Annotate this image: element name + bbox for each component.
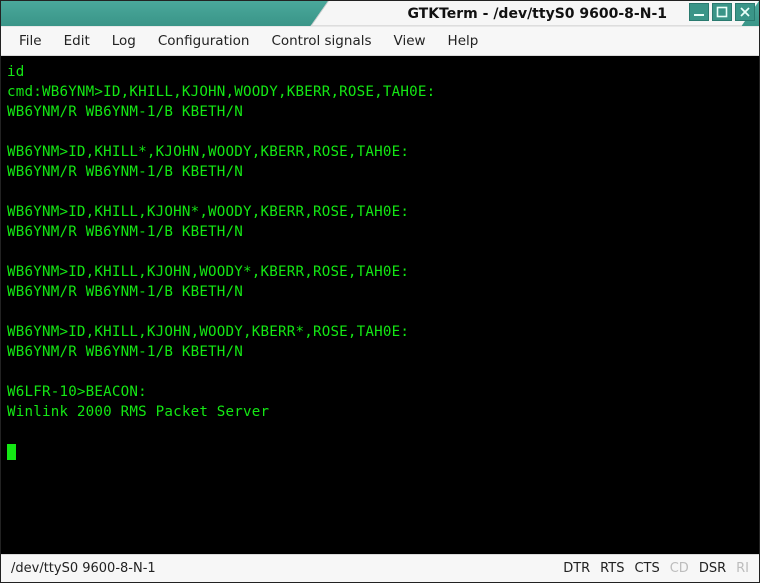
- status-signals: DTR RTS CTS CD DSR RI: [563, 561, 749, 576]
- menu-file[interactable]: File: [9, 29, 52, 53]
- maximize-button[interactable]: [712, 3, 732, 21]
- status-port: /dev/ttyS0 9600-8-N-1: [11, 561, 563, 576]
- signal-dtr: DTR: [563, 561, 590, 576]
- window-title: GTKTerm - /dev/ttyS0 9600-8-N-1: [397, 1, 677, 26]
- signal-ri: RI: [736, 561, 749, 576]
- menu-control-signals[interactable]: Control signals: [261, 29, 381, 53]
- statusbar: /dev/ttyS0 9600-8-N-1 DTR RTS CTS CD DSR RI: [1, 554, 759, 582]
- signal-rts: RTS: [600, 561, 624, 576]
- close-icon: [739, 6, 751, 18]
- window-controls: [689, 3, 755, 21]
- terminal-cursor: [7, 444, 16, 460]
- maximize-icon: [716, 6, 728, 18]
- terminal-output[interactable]: id cmd:WB6YNM>ID,KHILL,KJOHN,WOODY,KBERR…: [1, 56, 759, 554]
- menu-view[interactable]: View: [384, 29, 436, 53]
- app-window: GTKTerm - /dev/ttyS0 9600-8-N-1 FileEdit…: [0, 0, 760, 583]
- signal-cts: CTS: [634, 561, 659, 576]
- titlebar[interactable]: GTKTerm - /dev/ttyS0 9600-8-N-1: [1, 1, 759, 26]
- minimize-icon: [693, 6, 705, 18]
- menu-log[interactable]: Log: [102, 29, 146, 53]
- menubar: FileEditLogConfigurationControl signalsV…: [1, 26, 759, 56]
- signal-cd: CD: [670, 561, 689, 576]
- close-button[interactable]: [735, 3, 755, 21]
- menu-edit[interactable]: Edit: [54, 29, 100, 53]
- menu-help[interactable]: Help: [438, 29, 489, 53]
- menu-configuration[interactable]: Configuration: [148, 29, 260, 53]
- minimize-button[interactable]: [689, 3, 709, 21]
- signal-dsr: DSR: [699, 561, 726, 576]
